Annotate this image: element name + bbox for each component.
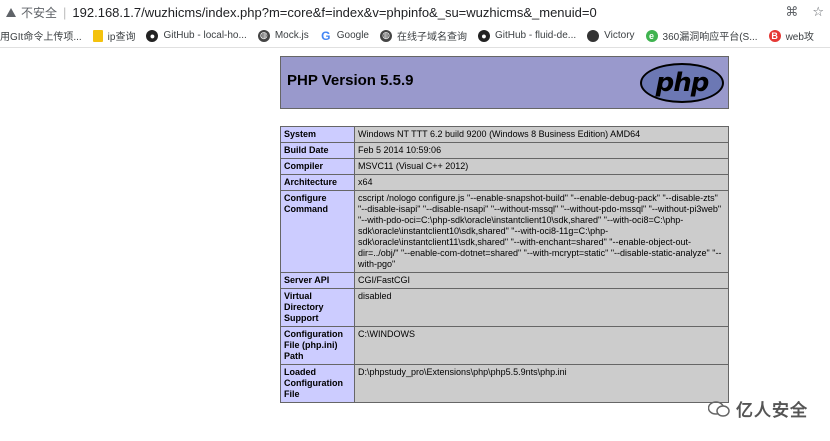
row-key: Build Date — [280, 142, 355, 159]
row-value: Feb 5 2014 10:59:06 — [354, 142, 729, 159]
folder-icon — [92, 29, 103, 42]
warning-icon — [6, 7, 16, 17]
security-label: 不安全 — [21, 5, 58, 20]
bookmark-label: ip查询 — [107, 32, 136, 43]
bookmark-item[interactable]: Victory — [587, 29, 635, 42]
table-row: Virtual Directory Support disabled — [280, 288, 729, 327]
globe-icon: ◍ — [257, 29, 270, 42]
row-key: Architecture — [280, 174, 355, 191]
bookmark-item[interactable]: ip查询 — [92, 28, 136, 43]
github-icon: ● — [478, 29, 490, 42]
wechat-icon — [708, 400, 730, 417]
address-bar[interactable]: 不安全 | 192.168.1.7/wuzhicms/index.php?m=c… — [0, 0, 830, 24]
row-value: C:\WINDOWS — [354, 326, 729, 365]
phpinfo-table: System Windows NT TTT 6.2 build 9200 (Wi… — [280, 126, 729, 403]
bookmark-label: Google — [336, 30, 369, 41]
php-version-header: PHP Version 5.5.9 php — [280, 56, 729, 109]
bookmark-label: 在线子域名查询 — [397, 32, 467, 43]
row-value: MSVC11 (Visual C++ 2012) — [354, 158, 729, 175]
page-content: PHP Version 5.5.9 php System Windows NT … — [0, 48, 830, 441]
bookmark-item[interactable]: ◍ 在线子域名查询 — [380, 28, 467, 43]
table-row: Configuration File (php.ini) Path C:\WIN… — [280, 326, 729, 365]
row-value: cscript /nologo configure.js "--enable-s… — [354, 190, 729, 273]
red-icon: B — [768, 29, 781, 42]
row-key: Configuration File (php.ini) Path — [280, 326, 355, 365]
bookmark-label: Mock.js — [274, 30, 309, 41]
bookmark-item[interactable]: ● GitHub - fluid-de... — [478, 29, 577, 42]
row-value: D:\phpstudy_pro\Extensions\php\php5.5.9n… — [354, 364, 729, 403]
bookmark-label: GitHub - local-ho... — [163, 30, 247, 41]
phpinfo-panel: PHP Version 5.5.9 php System Windows NT … — [280, 56, 729, 403]
table-row: Loaded Configuration File D:\phpstudy_pr… — [280, 364, 729, 403]
360-icon: e — [645, 29, 658, 42]
watermark: 亿人安全 — [708, 396, 808, 421]
bookmark-item[interactable]: B web攻 — [768, 28, 814, 43]
table-row: Server API CGI/FastCGI — [280, 272, 729, 289]
security-indicator[interactable]: 不安全 — [6, 4, 57, 21]
bookmark-label: GitHub - fluid-de... — [495, 30, 577, 41]
row-value: Windows NT TTT 6.2 build 9200 (Windows 8… — [354, 126, 729, 143]
bookmark-item[interactable]: ● GitHub - local-ho... — [146, 29, 247, 42]
php-logo[interactable]: php — [640, 62, 724, 103]
globe-icon: ◍ — [380, 29, 392, 42]
row-key: Loaded Configuration File — [280, 364, 355, 403]
bookmark-label: 360漏洞响应平台(S... — [662, 32, 758, 43]
bookmark-item[interactable]: e 360漏洞响应平台(S... — [645, 28, 758, 43]
bookmark-item[interactable]: ◍ Mock.js — [257, 29, 309, 42]
table-row: System Windows NT TTT 6.2 build 9200 (Wi… — [280, 126, 729, 143]
row-value: x64 — [354, 174, 729, 191]
row-value: disabled — [354, 288, 729, 327]
bookmark-label: 用GIt命令上传项... — [0, 32, 82, 43]
table-row: Compiler MSVC11 (Visual C++ 2012) — [280, 158, 729, 175]
google-icon: G — [321, 28, 331, 43]
watermark-text: 亿人安全 — [736, 401, 808, 420]
row-key: Virtual Directory Support — [280, 288, 355, 327]
bookmark-star-icon[interactable]: ☆ — [812, 4, 824, 20]
bookmark-label: web攻 — [785, 32, 814, 43]
row-key: System — [280, 126, 355, 143]
row-key: Server API — [280, 272, 355, 289]
php-logo-text: php — [655, 67, 710, 98]
php-version-title: PHP Version 5.5.9 — [287, 72, 414, 89]
row-value: CGI/FastCGI — [354, 272, 729, 289]
row-key: Compiler — [280, 158, 355, 175]
table-row: Configure Command cscript /nologo config… — [280, 190, 729, 273]
row-key: Configure Command — [280, 190, 355, 273]
translate-icon[interactable]: ⌘ — [785, 4, 798, 20]
victory-icon — [587, 29, 600, 42]
table-row: Build Date Feb 5 2014 10:59:06 — [280, 142, 729, 159]
bookmark-label: Victory — [604, 30, 635, 41]
github-icon: ● — [146, 29, 159, 42]
bookmark-item[interactable]: 用GIt命令上传项... — [0, 28, 82, 43]
url-text[interactable]: 192.168.1.7/wuzhicms/index.php?m=core&f=… — [72, 5, 596, 20]
address-separator: | — [63, 4, 67, 20]
bookmarks-bar: 用GIt命令上传项... ip查询 ● GitHub - local-ho...… — [0, 24, 830, 48]
table-row: Architecture x64 — [280, 174, 729, 191]
bookmark-item[interactable]: G Google — [320, 28, 369, 43]
